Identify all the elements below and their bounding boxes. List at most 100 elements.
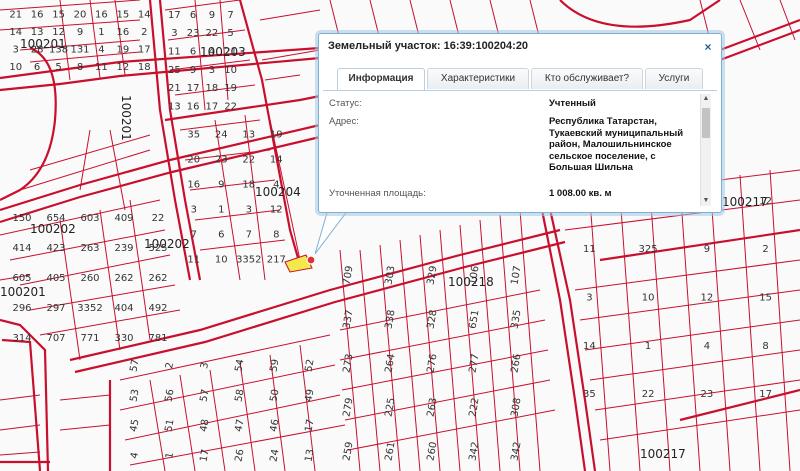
parcel-number: 21 [168, 83, 181, 94]
parcel-number: 6 [34, 62, 40, 73]
parcel-number: 18 [242, 180, 255, 191]
parcel-number: 28 [31, 44, 44, 55]
parcel-number: 4 [704, 341, 710, 352]
parcel-number: 325 [639, 244, 658, 255]
parcel-number: 15 [759, 293, 772, 304]
parcel-number: 23 [701, 389, 714, 400]
parcel-number: 45 [129, 418, 142, 432]
parcel-number: 3 [191, 205, 197, 216]
parcel-number: 26 [234, 448, 247, 462]
parcel-number: 18 [138, 62, 151, 73]
scroll-up-icon[interactable]: ▲ [701, 94, 711, 104]
parcel-number: 25 [168, 65, 181, 76]
parcel-number: 9 [704, 244, 710, 255]
parcel-number: 405 [46, 273, 65, 284]
parcel-number: 3 [586, 293, 592, 304]
field-value: Республика Татарстан, Тукаевский муницип… [549, 116, 684, 173]
parcel-number: 17 [187, 83, 200, 94]
parcel-number: 17 [138, 44, 151, 55]
parcel-number: 49 [304, 388, 317, 402]
parcel-number: 19 [224, 83, 237, 94]
parcel-number: 10 [215, 255, 228, 266]
parcel-number: 605 [12, 273, 31, 284]
parcel-number: 296 [12, 303, 31, 314]
parcel-number: 19 [270, 130, 283, 141]
parcel-number: 423 [46, 243, 65, 254]
parcel-number: 54 [234, 358, 247, 372]
close-icon[interactable]: × [701, 40, 715, 54]
parcel-number: 9 [190, 65, 196, 76]
parcel-number: 14 [138, 9, 151, 20]
parcel-number: 35 [187, 130, 200, 141]
parcel-number: 4 [209, 47, 215, 58]
parcel-number: 262 [114, 273, 133, 284]
field-label: Адрес: [329, 116, 359, 127]
parcel-number: 15 [117, 9, 130, 20]
parcel-number: 21 [9, 9, 22, 20]
parcel-number: 2 [762, 244, 768, 255]
parcel-number: 51 [164, 418, 177, 432]
parcel-number: 12 [52, 27, 65, 38]
field-value: Учтенный [549, 98, 596, 109]
parcel-number: 57 [129, 358, 142, 372]
parcel-number: 5 [227, 28, 233, 39]
parcel-number: 404 [114, 303, 133, 314]
parcel-number: 13 [31, 27, 44, 38]
parcel-number: 6 [190, 10, 196, 21]
parcel-number: 3352 [77, 303, 102, 314]
parcel-number: 57 [199, 388, 212, 402]
parcel-number: 1 [645, 341, 651, 352]
parcel-number: 50 [269, 388, 282, 402]
parcel-number: 11 [583, 244, 596, 255]
parcel-number: 263 [80, 243, 99, 254]
parcel-number: 10 [9, 62, 22, 73]
parcel-number: 3 [209, 65, 215, 76]
parcel-number: 6 [218, 230, 224, 241]
tab-services[interactable]: Услуги [645, 68, 703, 89]
parcel-number: 781 [148, 333, 167, 344]
parcel-number: 13 [304, 448, 317, 462]
parcel-number: 8 [77, 62, 83, 73]
parcel-number: 3 [13, 44, 19, 55]
parcel-number: 7 [246, 230, 252, 241]
popup-pointer [315, 206, 352, 255]
parcel-number: 11 [95, 62, 108, 73]
scroll-down-icon[interactable]: ▼ [701, 196, 711, 206]
parcel-number: 16 [187, 102, 200, 113]
parcel-number: 5 [55, 62, 61, 73]
scroll-thumb[interactable] [702, 108, 710, 138]
parcel-number: 53 [129, 388, 142, 402]
parcel-number: 19 [117, 44, 130, 55]
parcel-marker-icon[interactable] [306, 255, 316, 265]
parcel-number: 22 [206, 28, 219, 39]
parcel-number: 9 [209, 10, 215, 21]
parcel-number: 9 [77, 27, 83, 38]
parcel-number: 1 [218, 205, 224, 216]
parcel-number: 9 [218, 180, 224, 191]
parcel-number: 10 [224, 65, 237, 76]
parcel-number: 10 [642, 293, 655, 304]
tab-information[interactable]: Информация [337, 68, 425, 90]
scrollbar[interactable]: ▲ ▼ [700, 94, 711, 206]
parcel-number: 17 [206, 102, 219, 113]
parcel-number: 414 [12, 243, 31, 254]
parcel-number: 6 [190, 47, 196, 58]
parcel-number: 8 [762, 341, 768, 352]
parcel-number: 409 [114, 213, 133, 224]
parcel-number: 2 [141, 27, 147, 38]
parcel-number: 11 [187, 255, 200, 266]
quarter-label: 100217 [640, 447, 686, 461]
parcel-number: 3352 [236, 255, 261, 266]
parcel-number: 771 [80, 333, 99, 344]
parcel-number: 23 [215, 155, 228, 166]
field-label: Статус: [329, 98, 362, 109]
parcel-number: 14 [270, 155, 283, 166]
parcel-number: 297 [46, 303, 65, 314]
tab-characteristics[interactable]: Характеристики [427, 68, 529, 89]
parcel-number: 12 [270, 205, 283, 216]
parcel-number: 20 [187, 155, 200, 166]
parcel-number: 47 [234, 418, 247, 432]
tab-who-serves[interactable]: Кто обслуживает? [531, 68, 643, 89]
parcel-number: 1 [98, 27, 104, 38]
parcel-number: 12 [701, 293, 714, 304]
